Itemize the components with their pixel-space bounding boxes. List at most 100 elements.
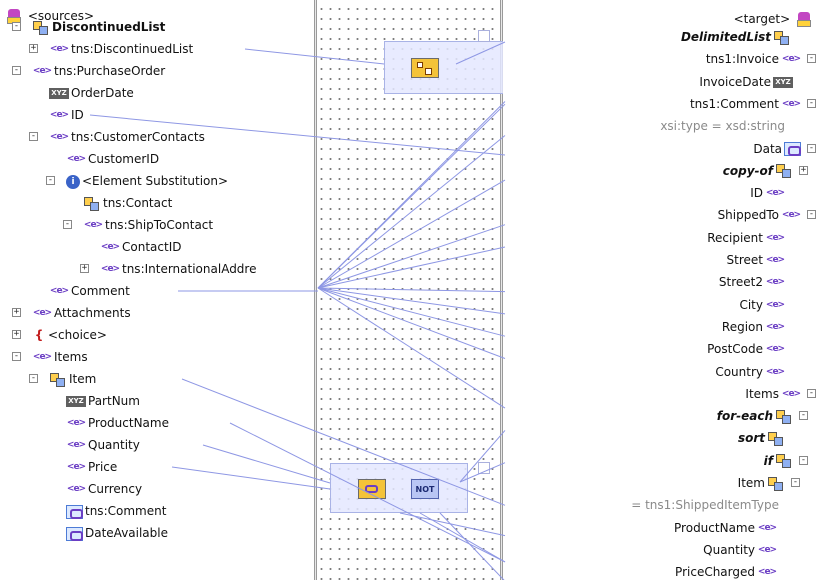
source-node-label: Item	[69, 372, 97, 386]
target-node[interactable]: PostCode <e>	[707, 338, 787, 360]
source-node[interactable]: Item	[47, 368, 96, 390]
concat-function-collapse-handle[interactable]	[478, 30, 490, 42]
target-node[interactable]: Item	[738, 472, 787, 494]
collapse-toggle[interactable]: -	[807, 98, 816, 108]
collapse-toggle[interactable]: -	[12, 352, 21, 361]
complex-type-icon	[775, 163, 793, 179]
source-node[interactable]: <e> ID	[47, 104, 84, 126]
mapping-canvas[interactable]: NOT	[314, 0, 503, 580]
source-node[interactable]: <e> tns:PurchaseOrder	[30, 60, 165, 82]
source-node-label: tns:InternationalAddre	[122, 262, 257, 276]
expand-toggle[interactable]: +	[799, 165, 808, 175]
element-icon: <e>	[781, 210, 801, 221]
source-node[interactable]: <e> Price	[64, 456, 117, 478]
target-node[interactable]: Quantity <e>	[703, 539, 779, 561]
collapse-toggle[interactable]: -	[29, 374, 38, 383]
source-node[interactable]: DiscontinuedList	[30, 16, 165, 38]
concat-function-box[interactable]	[384, 41, 503, 94]
target-node[interactable]: Street <e>	[727, 249, 787, 271]
element-icon: <e>	[765, 277, 785, 288]
collapse-toggle[interactable]: -	[12, 66, 21, 75]
collapse-toggle[interactable]: -	[807, 54, 816, 64]
source-node[interactable]: <e> ProductName	[64, 412, 169, 434]
source-node[interactable]: <e> ContactID	[98, 236, 182, 258]
collapse-toggle[interactable]: -	[46, 176, 55, 185]
expand-toggle[interactable]: +	[12, 330, 21, 339]
target-node[interactable]: tns1:Invoice <e>	[706, 48, 803, 70]
target-node[interactable]: Data	[753, 138, 803, 160]
element-icon: <e>	[765, 344, 785, 355]
collapse-toggle[interactable]: -	[807, 143, 816, 153]
target-node[interactable]: Region <e>	[722, 316, 787, 338]
target-node-label: Data	[753, 141, 782, 156]
source-node[interactable]: <e> Items	[30, 346, 88, 368]
source-node[interactable]: i <Element Substitution>	[64, 170, 228, 192]
source-node-label: PartNum	[88, 394, 140, 408]
selected-element-icon	[784, 142, 801, 156]
source-node[interactable]: <e> tns:InternationalAddre	[98, 258, 257, 280]
element-icon: <e>	[100, 264, 120, 274]
target-node[interactable]: xsi:type = xsd:string	[660, 115, 785, 137]
source-node[interactable]: XYZ OrderDate	[47, 82, 134, 104]
element-icon: <e>	[757, 544, 777, 555]
target-node-label: tns1:Comment	[689, 96, 779, 111]
collapse-toggle[interactable]: -	[29, 132, 38, 141]
target-node[interactable]: DelimitedList	[681, 26, 793, 48]
target-node-label: Street	[726, 253, 763, 267]
exists-not-function-box[interactable]: NOT	[330, 463, 468, 513]
source-node[interactable]: <e> tns:ShipToContact	[81, 214, 213, 236]
collapse-toggle[interactable]: -	[799, 455, 808, 465]
collapse-toggle[interactable]: -	[799, 411, 808, 421]
target-node[interactable]: PriceCharged <e>	[675, 561, 779, 580]
target-node[interactable]: copy-of	[723, 160, 795, 182]
target-node-label: if	[763, 453, 773, 468]
source-node[interactable]: <e> Quantity	[64, 434, 140, 456]
target-node[interactable]: City <e>	[739, 294, 787, 316]
source-node[interactable]: <e> Comment	[47, 280, 130, 302]
target-node-label: PriceCharged	[675, 565, 755, 580]
target-node[interactable]: ID <e>	[750, 182, 787, 204]
collapse-toggle[interactable]: -	[807, 388, 816, 398]
target-node[interactable]: Items <e>	[745, 383, 803, 405]
source-node[interactable]: <e> Currency	[64, 478, 142, 500]
target-node[interactable]: Recipient <e>	[707, 227, 787, 249]
collapse-toggle[interactable]: -	[12, 22, 21, 31]
collapse-toggle[interactable]: -	[791, 478, 800, 487]
exists-not-collapse-handle[interactable]	[478, 462, 490, 474]
target-node[interactable]: InvoiceDate XYZ	[699, 71, 795, 93]
target-node[interactable]: if	[764, 450, 795, 472]
target-node-label: Recipient	[707, 230, 763, 245]
collapse-toggle[interactable]: -	[63, 220, 72, 229]
source-node[interactable]: <e> tns:CustomerContacts	[47, 126, 205, 148]
target-icon	[796, 11, 812, 28]
source-node[interactable]: tns:Comment	[64, 500, 166, 522]
source-node[interactable]: <e> Attachments	[30, 302, 131, 324]
target-node[interactable]: ProductName <e>	[674, 517, 779, 539]
target-node[interactable]: ShippedTo <e>	[718, 204, 803, 226]
source-node[interactable]: <e> CustomerID	[64, 148, 159, 170]
target-node[interactable]: Country <e>	[715, 361, 787, 383]
source-node[interactable]: tns:Contact	[81, 192, 172, 214]
target-node[interactable]: = tns1:ShippedItemType	[631, 494, 779, 516]
target-node[interactable]: for-each	[717, 405, 795, 427]
complex-type-icon	[767, 431, 785, 447]
source-node-label: <choice>	[48, 328, 107, 342]
expand-toggle[interactable]: +	[12, 308, 21, 317]
element-icon: <e>	[781, 388, 801, 399]
source-node-label: tns:Contact	[103, 196, 173, 210]
target-node[interactable]: sort	[738, 427, 787, 449]
source-node[interactable]: XYZ PartNum	[64, 390, 140, 412]
target-label: <target>	[733, 12, 791, 26]
mapping-editor: <sources> DiscontinuedList <e> tns:Discont…	[0, 0, 817, 580]
source-node[interactable]: DateAvailable	[64, 522, 168, 544]
element-icon: <e>	[765, 321, 785, 332]
target-node[interactable]: Street2 <e>	[719, 271, 787, 293]
target-node[interactable]: tns1:Comment <e>	[690, 93, 803, 115]
element-icon: <e>	[66, 418, 86, 428]
collapse-toggle[interactable]: -	[807, 210, 816, 220]
source-node[interactable]: {<choice>	[30, 324, 107, 346]
expand-toggle[interactable]: +	[80, 264, 89, 273]
expand-toggle[interactable]: +	[29, 44, 38, 53]
source-node[interactable]: <e> tns:DiscontinuedList	[47, 38, 193, 60]
source-node-label: DiscontinuedList	[52, 20, 166, 34]
